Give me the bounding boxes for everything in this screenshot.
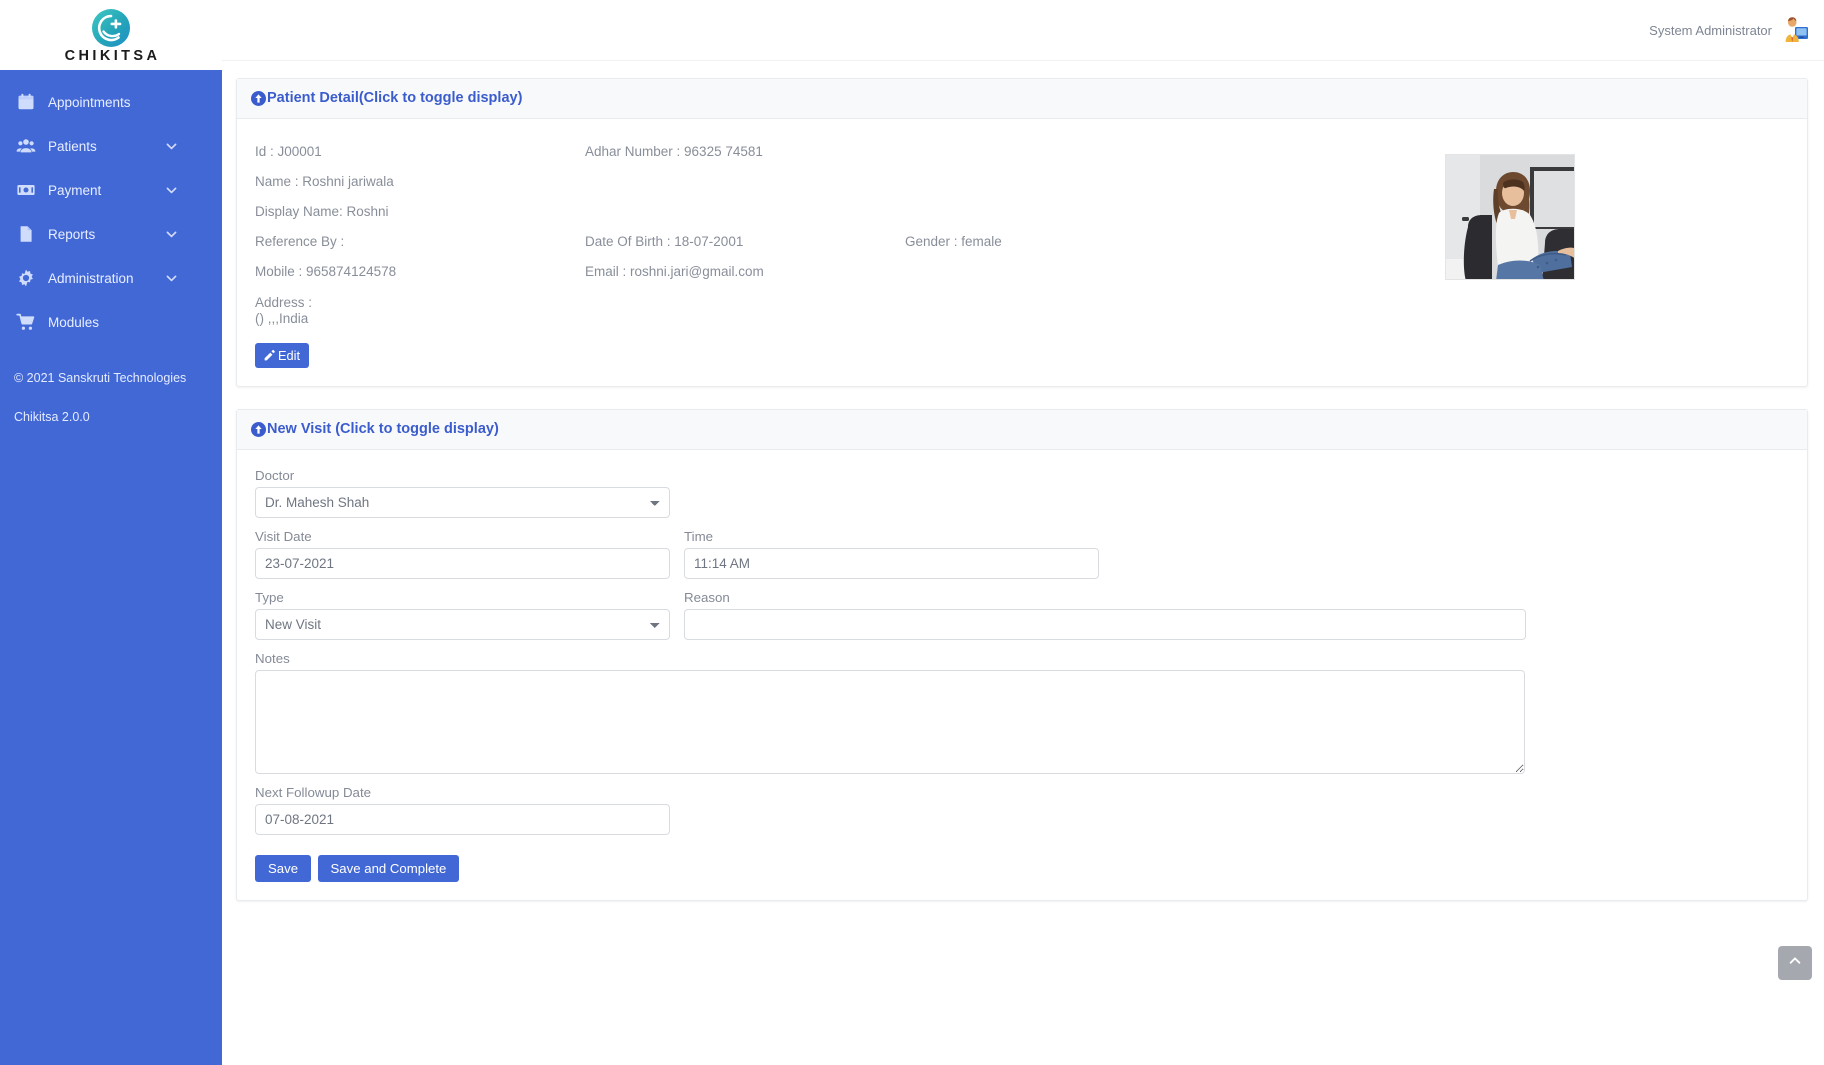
visit-date-label: Visit Date [255, 529, 670, 545]
user-avatar-icon[interactable] [1780, 16, 1810, 44]
chikitsa-logo-icon [91, 8, 131, 48]
visit-date-field-group: Visit Date [255, 529, 670, 579]
sidebar-item-administration[interactable]: Administration [0, 256, 222, 300]
current-user-name: System Administrator [1649, 23, 1772, 38]
followup-field-group: Next Followup Date [255, 785, 1789, 835]
cart-icon [16, 312, 36, 332]
layout-gap [670, 529, 684, 590]
patient-mobile: Mobile : 965874124578 [255, 257, 585, 287]
save-button[interactable]: Save [255, 855, 311, 882]
calendar-icon [16, 92, 36, 112]
time-field-group: Time [684, 529, 1099, 579]
sidebar-item-label: Payment [48, 183, 101, 198]
time-label: Time [684, 529, 1099, 545]
doctor-select[interactable]: Dr. Mahesh Shah [255, 487, 670, 518]
edit-pencil-icon [263, 349, 276, 362]
sidebar-item-label: Administration [48, 271, 134, 286]
patient-field-grid: Id : J00001 Adhar Number : 96325 74581 N… [255, 137, 1789, 327]
patient-id: Id : J00001 [255, 137, 585, 167]
patient-address-label: Address : [255, 295, 585, 311]
scroll-to-top-button[interactable] [1778, 946, 1812, 980]
visit-action-row: Save Save and Complete [255, 846, 1789, 882]
notes-textarea[interactable] [255, 670, 1525, 774]
arrow-up-circle-icon [251, 422, 266, 437]
sidebar-item-payment[interactable]: Payment [0, 168, 222, 212]
sidebar-item-patients[interactable]: Patients [0, 124, 222, 168]
type-select[interactable]: New Visit [255, 609, 670, 640]
type-field-group: Type New Visit [255, 590, 670, 640]
brand-name: CHIKITSA [62, 49, 161, 64]
new-visit-card: New Visit (Click to toggle display) Doct… [236, 409, 1808, 901]
save-and-complete-button[interactable]: Save and Complete [318, 855, 460, 882]
patient-name: Name : Roshni jariwala [255, 167, 585, 197]
sidebar: CHIKITSA Appointments Patients [0, 0, 222, 1065]
sidebar-copyright: © 2021 Sanskruti Technologies [0, 372, 222, 385]
patient-detail-title: Patient Detail(Click to toggle display) [267, 90, 522, 106]
document-icon [16, 224, 36, 244]
doctor-field-group: Doctor Dr. Mahesh Shah [255, 468, 1789, 518]
patient-reference-by: Reference By : [255, 227, 585, 257]
chevron-down-icon [165, 140, 178, 153]
type-reason-row: Type New Visit Reason [255, 590, 1789, 651]
new-visit-body: Doctor Dr. Mahesh Shah Visit Date Time [237, 450, 1807, 900]
edit-patient-button[interactable]: Edit [255, 343, 309, 368]
patient-detail-card: Patient Detail(Click to toggle display) … [236, 78, 1808, 387]
reason-input[interactable] [684, 609, 1526, 640]
type-label: Type [255, 590, 670, 606]
visit-date-input[interactable] [255, 548, 670, 579]
chevron-down-icon [165, 228, 178, 241]
edit-patient-label: Edit [278, 348, 300, 363]
layout-gap [670, 590, 684, 651]
next-followup-date-input[interactable] [255, 804, 670, 835]
patient-address-value: () ,,,India [255, 311, 585, 327]
sidebar-item-modules[interactable]: Modules [0, 300, 222, 344]
chevron-down-icon [165, 184, 178, 197]
date-time-row: Visit Date Time [255, 529, 1789, 590]
gear-icon [16, 268, 36, 288]
chevron-down-icon [165, 272, 178, 285]
notes-field-group: Notes [255, 651, 1789, 774]
sidebar-item-label: Modules [48, 315, 99, 330]
patient-date-of-birth: Date Of Birth : 18-07-2001 [585, 227, 905, 257]
patient-email: Email : roshni.jari@gmail.com [585, 257, 905, 287]
patient-detail-toggle-link[interactable]: Patient Detail(Click to toggle display) [251, 90, 522, 106]
new-visit-toggle-link[interactable]: New Visit (Click to toggle display) [251, 421, 499, 437]
patient-gender: Gender : female [905, 227, 1789, 257]
patient-photo [1445, 154, 1575, 280]
main-content: Patient Detail(Click to toggle display) … [222, 61, 1824, 1065]
top-bar: System Administrator [222, 0, 1824, 61]
users-icon [16, 136, 36, 156]
patient-display-name: Display Name: Roshni [255, 197, 585, 227]
notes-label: Notes [255, 651, 1789, 667]
sidebar-nav: Appointments Patients Payment [0, 70, 222, 344]
arrow-up-circle-icon [251, 91, 266, 106]
sidebar-item-label: Patients [48, 139, 97, 154]
chevron-up-icon [1788, 954, 1802, 973]
new-visit-title: New Visit (Click to toggle display) [267, 421, 499, 437]
patient-detail-card-header[interactable]: Patient Detail(Click to toggle display) [237, 79, 1807, 119]
doctor-label: Doctor [255, 468, 1789, 484]
time-input[interactable] [684, 548, 1099, 579]
sidebar-item-label: Reports [48, 227, 95, 242]
reason-label: Reason [684, 590, 1526, 606]
sidebar-item-label: Appointments [48, 95, 131, 110]
sidebar-version: Chikitsa 2.0.0 [0, 411, 222, 424]
brand-logo[interactable]: CHIKITSA [0, 0, 222, 70]
next-followup-date-label: Next Followup Date [255, 785, 1789, 801]
sidebar-item-appointments[interactable]: Appointments [0, 80, 222, 124]
page-root: CHIKITSA Appointments Patients [0, 0, 1824, 1065]
sidebar-item-reports[interactable]: Reports [0, 212, 222, 256]
reason-field-group: Reason [684, 590, 1526, 640]
new-visit-card-header[interactable]: New Visit (Click to toggle display) [237, 410, 1807, 450]
patient-address: Address : () ,,,India [255, 287, 585, 327]
patient-detail-body: Id : J00001 Adhar Number : 96325 74581 N… [237, 119, 1807, 386]
patient-adhar-number: Adhar Number : 96325 74581 [585, 137, 905, 167]
money-icon [16, 180, 36, 200]
